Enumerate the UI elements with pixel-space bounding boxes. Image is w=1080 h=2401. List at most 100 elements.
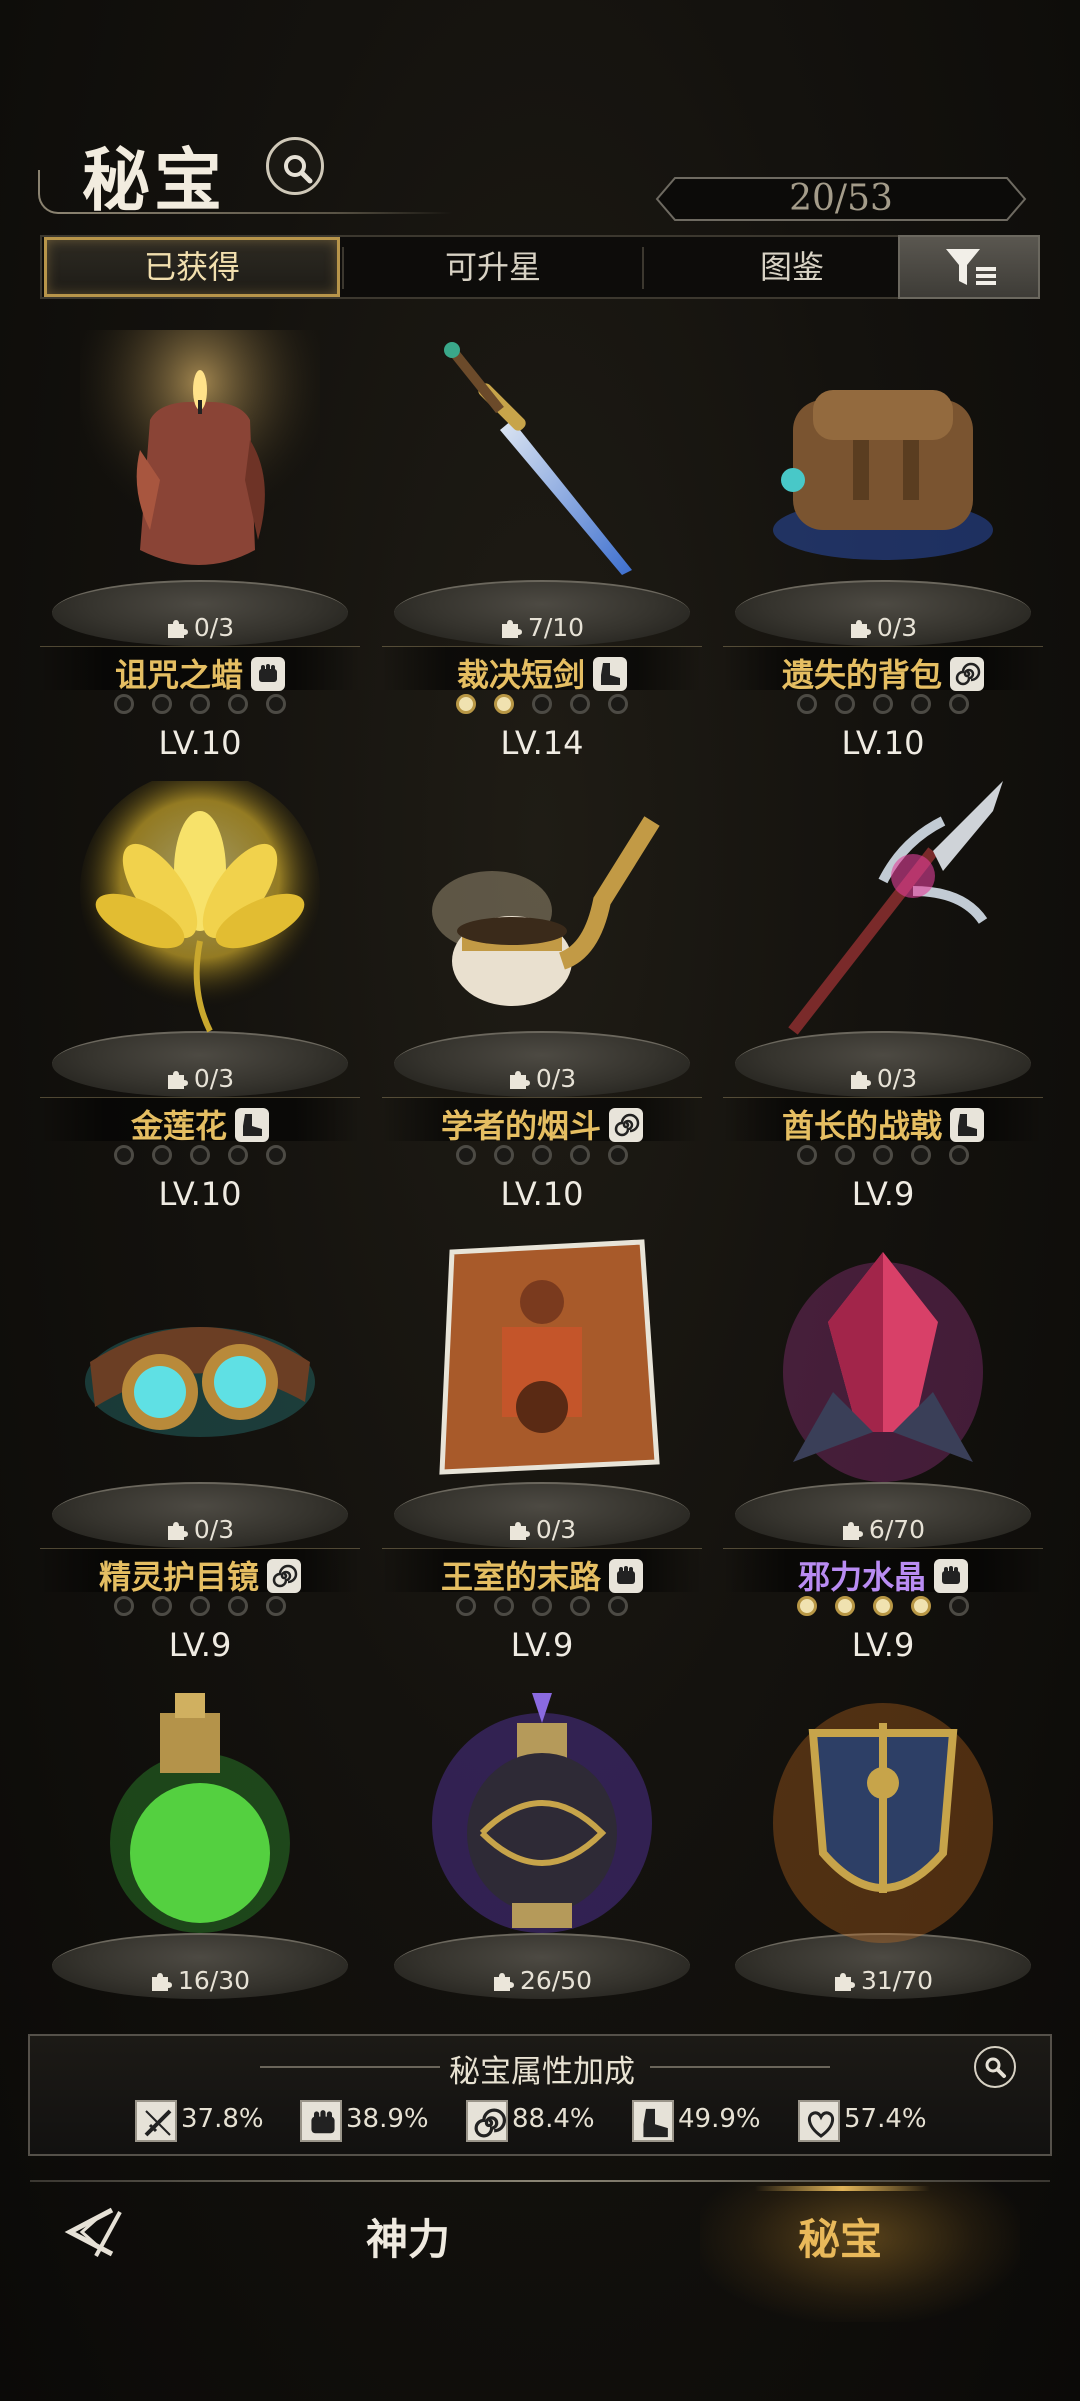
fragment-count: 7/10 [372, 613, 712, 642]
search-button[interactable] [266, 137, 324, 195]
puzzle-piece-icon [834, 1973, 855, 1991]
star-pip [911, 694, 931, 714]
treasure-level: LV.10 [841, 724, 925, 762]
title-underline [60, 212, 452, 214]
bonus-detail-button[interactable] [974, 2046, 1016, 2088]
treasure-card[interactable]: 7/10 裁决短剑 LV.14 [372, 330, 712, 780]
treasure-level: LV.9 [851, 1626, 915, 1664]
nav-divine-power[interactable]: 神力 [366, 2206, 450, 2267]
star-pip [532, 1145, 552, 1165]
star-pip [494, 694, 514, 714]
treasure-level: LV.14 [500, 724, 584, 762]
star-pip [608, 1145, 628, 1165]
puzzle-piece-icon [501, 620, 522, 638]
treasure-name: 裁决短剑 [372, 650, 712, 696]
star-pip [228, 1596, 248, 1616]
boot-type-icon [593, 657, 627, 691]
treasure-card[interactable]: 6/70 邪力水晶 LV.9 [713, 1232, 1053, 1682]
treasure-card[interactable]: 0/3 精灵护目镜 LV.9 [30, 1232, 370, 1682]
star-pip [152, 1596, 172, 1616]
star-rating [30, 1145, 370, 1169]
star-pip [456, 694, 476, 714]
star-pip [228, 694, 248, 714]
treasure-name: 学者的烟斗 [372, 1101, 712, 1147]
bonus-title: 秘宝属性加成 [449, 2054, 635, 2090]
star-pip [456, 1596, 476, 1616]
star-pip [456, 1145, 476, 1165]
treasure-level: LV.9 [168, 1626, 232, 1664]
star-pip [494, 1145, 514, 1165]
treasure-card[interactable]: 0/3 学者的烟斗 LV.10 [372, 781, 712, 1231]
vase-artwork [422, 1683, 662, 1943]
star-pip [570, 1145, 590, 1165]
star-pip [152, 694, 172, 714]
star-pip [873, 694, 893, 714]
treasure-card[interactable]: 0/3 王室的末路 LV.9 [372, 1232, 712, 1682]
spiral-type-icon [609, 1108, 643, 1142]
nav-treasure[interactable]: 秘宝 [798, 2206, 882, 2267]
fragment-count: 0/3 [30, 613, 370, 642]
star-pip [835, 1596, 855, 1616]
fragment-count: 0/3 [372, 1064, 712, 1093]
treasure-card[interactable]: 0/3 酋长的战戟 LV.9 [713, 781, 1053, 1231]
star-rating [372, 1596, 712, 1620]
puzzle-piece-icon [167, 1522, 188, 1540]
collection-counter: 20/53 [655, 176, 1027, 222]
star-pip [608, 694, 628, 714]
fragment-count: 6/70 [713, 1515, 1053, 1544]
fragment-count: 26/50 [372, 1966, 712, 1995]
tab-bar: 已获得 可升星 图鉴 [40, 235, 1040, 299]
back-button[interactable] [52, 2202, 132, 2266]
star-pip [873, 1145, 893, 1165]
star-pip [570, 1596, 590, 1616]
fragment-count: 16/30 [30, 1966, 370, 1995]
spiral-type-icon [267, 1559, 301, 1593]
star-pip [190, 1145, 210, 1165]
crystal-artwork [763, 1232, 1003, 1492]
tab-codex[interactable]: 图鉴 [644, 237, 940, 297]
treasure-card[interactable]: 0/3 诅咒之蜡 LV.10 [30, 330, 370, 780]
goggles-artwork [80, 1232, 320, 1492]
halberd-artwork [763, 781, 1003, 1041]
page-title: 秘宝 [82, 141, 227, 221]
fist-type-icon [934, 1559, 968, 1593]
star-pip [873, 1596, 893, 1616]
fragment-count: 0/3 [372, 1515, 712, 1544]
puzzle-piece-icon [850, 1071, 871, 1089]
search-icon [284, 155, 313, 184]
star-pip [266, 1596, 286, 1616]
puzzle-piece-icon [509, 1071, 530, 1089]
star-pip [532, 1596, 552, 1616]
backpack-artwork [763, 330, 1003, 590]
fragment-count: 31/70 [713, 1966, 1053, 1995]
treasure-level: LV.10 [500, 1175, 584, 1213]
sword-icon [135, 2100, 177, 2142]
filter-button[interactable] [898, 235, 1040, 299]
star-pip [190, 694, 210, 714]
puzzle-piece-icon [151, 1973, 172, 1991]
star-pip [608, 1596, 628, 1616]
search-icon [985, 2057, 1006, 2078]
heart-icon [798, 2100, 840, 2142]
star-pip [266, 1145, 286, 1165]
star-pip [835, 694, 855, 714]
treasure-card[interactable]: 0/3 金莲花 LV.10 [30, 771, 370, 1231]
star-pip [911, 1596, 931, 1616]
fist-icon [300, 2100, 342, 2142]
tab-upgradable[interactable]: 可升星 [344, 237, 642, 297]
star-pip [228, 1145, 248, 1165]
star-rating [713, 1145, 1053, 1169]
treasure-name: 酋长的战戟 [713, 1101, 1053, 1147]
star-pip [114, 694, 134, 714]
fist-type-icon [609, 1559, 643, 1593]
tab-obtained[interactable]: 已获得 [44, 237, 340, 297]
puzzle-piece-icon [493, 1973, 514, 1991]
counter-text: 20/53 [789, 178, 893, 219]
star-pip [835, 1145, 855, 1165]
bottom-nav: 神力 秘宝 [0, 2182, 1080, 2401]
treasure-name: 遗失的背包 [713, 650, 1053, 696]
fragment-count: 0/3 [713, 1064, 1053, 1093]
spiral-type-icon [950, 657, 984, 691]
treasure-card[interactable]: 0/3 遗失的背包 LV.10 [713, 330, 1053, 780]
puzzle-piece-icon [842, 1522, 863, 1540]
